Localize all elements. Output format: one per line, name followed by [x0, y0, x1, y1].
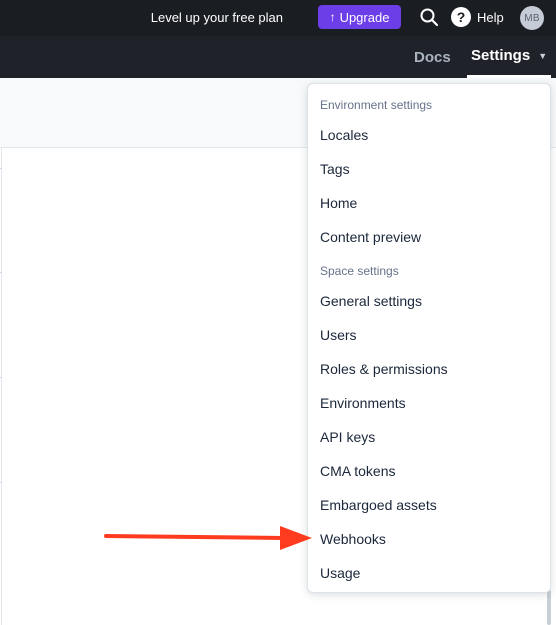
help-icon[interactable]: ? [451, 7, 471, 27]
menu-item-usage[interactable]: Usage [308, 556, 550, 590]
menu-item-home[interactable]: Home [308, 186, 550, 220]
divider [0, 168, 2, 169]
avatar[interactable]: MB [520, 6, 544, 30]
settings-dropdown-menu: Environment settings Locales Tags Home C… [307, 83, 551, 593]
menu-item-environments[interactable]: Environments [308, 386, 550, 420]
space-settings-heading: Space settings [320, 264, 399, 278]
left-panel-edge [0, 148, 2, 625]
menu-item-general-settings[interactable]: General settings [308, 284, 550, 318]
nav-settings-tab[interactable]: Settings ▼ [467, 36, 551, 78]
menu-item-api-keys[interactable]: API keys [308, 420, 550, 454]
menu-item-webhooks[interactable]: Webhooks [308, 522, 550, 556]
menu-item-embargoed-assets[interactable]: Embargoed assets [308, 488, 550, 522]
upgrade-label: Upgrade [339, 9, 390, 25]
nav-settings-label: Settings [471, 47, 531, 64]
menu-item-content-preview[interactable]: Content preview [308, 220, 550, 254]
top-bar: Level up your free plan ↑ Upgrade ? Help… [0, 0, 556, 36]
scrollbar[interactable] [547, 590, 551, 625]
environment-settings-heading: Environment settings [320, 98, 433, 112]
menu-item-locales[interactable]: Locales [308, 118, 550, 152]
search-icon[interactable] [419, 7, 439, 27]
menu-item-roles-permissions[interactable]: Roles & permissions [308, 352, 550, 386]
divider [0, 377, 2, 378]
divider [0, 272, 2, 273]
divider [0, 482, 2, 483]
caret-down-icon: ▼ [538, 50, 548, 61]
promo-text: Level up your free plan [150, 10, 283, 25]
nav-bar: Docs Settings ▼ [0, 36, 556, 78]
help-link[interactable]: Help [477, 10, 504, 26]
menu-item-cma-tokens[interactable]: CMA tokens [308, 454, 550, 488]
menu-item-users[interactable]: Users [308, 318, 550, 352]
annotation-arrow-icon [104, 526, 312, 550]
upgrade-button[interactable]: ↑ Upgrade [318, 5, 401, 29]
nav-docs-link[interactable]: Docs [414, 49, 451, 67]
menu-item-tags[interactable]: Tags [308, 152, 550, 186]
arrow-up-icon: ↑ [329, 10, 336, 24]
